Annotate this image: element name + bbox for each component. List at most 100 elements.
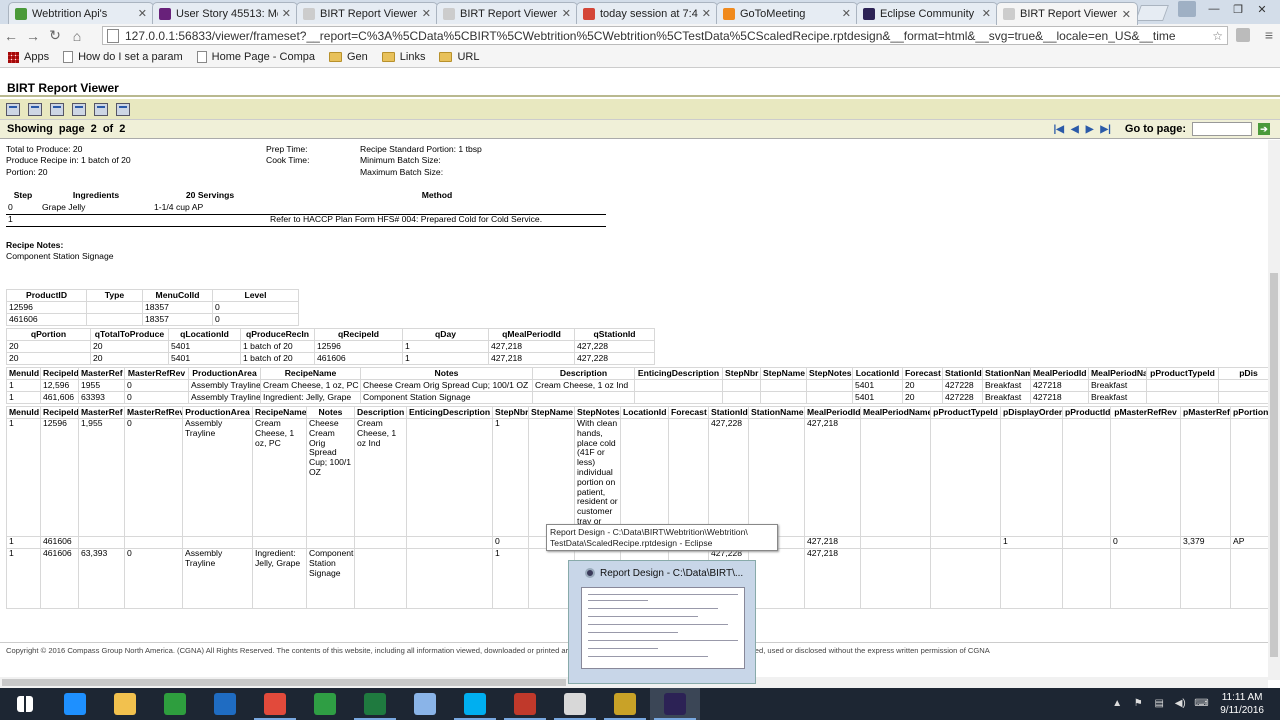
ingredients-table: Step Ingredients 20 Servings Method 0 Grape J… bbox=[6, 190, 606, 225]
browser-tab[interactable]: User Story 45513: Men ✕ bbox=[152, 2, 298, 24]
bookmark-star-icon[interactable]: ☆ bbox=[1212, 29, 1223, 43]
browser-tab[interactable]: BIRT Report Viewer ✕ bbox=[296, 2, 438, 24]
new-tab-button[interactable] bbox=[1135, 5, 1169, 21]
tab-close-icon[interactable]: ✕ bbox=[282, 7, 291, 20]
goto-page-input[interactable] bbox=[1192, 122, 1252, 136]
table-cell bbox=[806, 379, 853, 392]
page-navigation: |◀ ◀ ▶ ▶| Go to page: ➔ bbox=[1046, 122, 1270, 136]
vertical-scrollbar[interactable] bbox=[1268, 140, 1280, 680]
taskbar-app[interactable] bbox=[0, 688, 50, 720]
table-cell: With clean hands, place cold (41F or les… bbox=[574, 418, 621, 537]
taskbar-preview[interactable]: Report Design - C:\Data\BIRT\... bbox=[568, 560, 756, 684]
tab-close-icon[interactable]: ✕ bbox=[842, 7, 851, 20]
minimize-icon[interactable]: — bbox=[1202, 0, 1226, 18]
toc-icon[interactable] bbox=[6, 102, 20, 116]
bookmark-url[interactable]: URL bbox=[439, 51, 479, 63]
table-cell: 1 bbox=[6, 536, 41, 549]
table-cell bbox=[1230, 548, 1268, 609]
tab-close-icon[interactable]: ✕ bbox=[138, 7, 147, 20]
back-icon[interactable]: ← bbox=[0, 28, 22, 44]
taskbar-app[interactable] bbox=[550, 688, 600, 720]
tab-close-icon[interactable]: ✕ bbox=[1122, 8, 1131, 21]
volume-icon[interactable]: ◀) bbox=[1173, 698, 1187, 710]
table-cell bbox=[722, 379, 761, 392]
taskbar-app[interactable] bbox=[300, 688, 350, 720]
show-hidden-icon[interactable]: ▲ bbox=[1110, 698, 1124, 710]
table-cell bbox=[930, 418, 1001, 537]
total-to-produce: Total to Produce: 20 bbox=[6, 144, 83, 154]
column-header: ProductID bbox=[6, 289, 87, 302]
export-data-icon[interactable] bbox=[50, 102, 64, 116]
bookmarks-bar: Apps How do I set a param Home Page - Co… bbox=[0, 47, 1280, 68]
taskbar-app[interactable] bbox=[400, 688, 450, 720]
table-cell: 5401 bbox=[168, 340, 241, 353]
tab-close-icon[interactable]: ✕ bbox=[562, 7, 571, 20]
table-header-row: ProductID Type MenuColId Level bbox=[6, 289, 299, 302]
browser-tab[interactable]: BIRT Report Viewer ✕ bbox=[996, 2, 1138, 25]
prev-page-icon[interactable]: ◀ bbox=[1071, 124, 1079, 135]
tab-close-icon[interactable]: ✕ bbox=[702, 7, 711, 20]
tab-close-icon[interactable]: ✕ bbox=[422, 7, 431, 20]
reload-icon[interactable]: ↻ bbox=[44, 27, 66, 44]
extension-icon[interactable] bbox=[1236, 28, 1250, 42]
taskbar-app[interactable] bbox=[650, 688, 700, 720]
last-page-icon[interactable]: ▶| bbox=[1100, 124, 1111, 135]
column-header: Step bbox=[13, 190, 33, 200]
taskbar-app[interactable] bbox=[250, 688, 300, 720]
table-cell bbox=[760, 391, 807, 404]
print-icon[interactable] bbox=[94, 102, 108, 116]
taskbar-app[interactable] bbox=[50, 688, 100, 720]
next-page-icon[interactable]: ▶ bbox=[1086, 124, 1094, 135]
bookmark-gen[interactable]: Gen bbox=[328, 51, 368, 63]
bookmark-apps[interactable]: Apps bbox=[8, 51, 49, 63]
restore-icon[interactable]: ❐ bbox=[1226, 0, 1250, 18]
keyboard-icon[interactable]: ⌨ bbox=[1194, 698, 1208, 710]
bookmark-home[interactable]: Home Page - Compa bbox=[196, 51, 315, 63]
prep-time: Prep Time: bbox=[266, 144, 308, 154]
menu-icon[interactable]: ≡ bbox=[1258, 27, 1280, 43]
taskbar-app[interactable] bbox=[500, 688, 550, 720]
table-cell bbox=[354, 548, 407, 609]
user-profile-icon[interactable] bbox=[1178, 1, 1196, 17]
table-cell: 0 bbox=[124, 548, 183, 609]
taskbar-app[interactable] bbox=[150, 688, 200, 720]
taskbar-app[interactable] bbox=[100, 688, 150, 720]
close-window-icon[interactable]: ✕ bbox=[1250, 0, 1274, 18]
clock[interactable]: 11:11 AM 9/11/2016 bbox=[1220, 691, 1264, 717]
taskbar-app[interactable] bbox=[450, 688, 500, 720]
taskbar-app[interactable] bbox=[200, 688, 250, 720]
tab-close-icon[interactable]: ✕ bbox=[982, 7, 991, 20]
print-server-icon[interactable] bbox=[116, 102, 130, 116]
browser-tab[interactable]: today session at 7:45p ✕ bbox=[576, 2, 718, 24]
browser-tab[interactable]: GoToMeeting ✕ bbox=[716, 2, 858, 24]
browser-tab[interactable]: Webtrition Api's ✕ bbox=[8, 2, 154, 24]
first-page-icon[interactable]: |◀ bbox=[1053, 124, 1064, 135]
table-row: 0 Grape Jelly 1-1/4 cup AP bbox=[6, 202, 606, 214]
table-cell bbox=[930, 548, 1001, 609]
table-cell bbox=[40, 214, 152, 226]
bookmark-param[interactable]: How do I set a param bbox=[63, 51, 183, 63]
address-bar[interactable]: 127.0.0.1:56833/viewer/frameset?__report… bbox=[102, 26, 1228, 45]
scroll-thumb[interactable] bbox=[2, 679, 566, 686]
column-header: qStationId bbox=[574, 328, 655, 341]
scroll-thumb[interactable] bbox=[1270, 273, 1278, 657]
forward-icon[interactable]: → bbox=[22, 28, 44, 44]
taskbar-app[interactable] bbox=[350, 688, 400, 720]
browser-tab[interactable]: BIRT Report Viewer ✕ bbox=[436, 2, 578, 24]
column-header: MealPeriodId bbox=[804, 406, 861, 419]
table-cell bbox=[1110, 548, 1181, 609]
table-cell bbox=[252, 536, 307, 549]
export-report-icon[interactable] bbox=[72, 102, 86, 116]
table-cell bbox=[748, 548, 805, 609]
network-icon[interactable]: ▤ bbox=[1152, 698, 1166, 710]
folder-icon bbox=[381, 52, 395, 62]
home-icon[interactable]: ⌂ bbox=[66, 28, 88, 44]
bookmark-links[interactable]: Links bbox=[381, 51, 425, 63]
table-cell: 20 bbox=[90, 352, 169, 365]
taskbar-app[interactable] bbox=[600, 688, 650, 720]
parameters-icon[interactable] bbox=[28, 102, 42, 116]
browser-tab[interactable]: Eclipse Community Fo ✕ bbox=[856, 2, 998, 24]
store-icon bbox=[164, 693, 186, 715]
go-arrow-icon[interactable]: ➔ bbox=[1258, 123, 1270, 135]
flag-icon[interactable]: ⚑ bbox=[1131, 698, 1145, 710]
